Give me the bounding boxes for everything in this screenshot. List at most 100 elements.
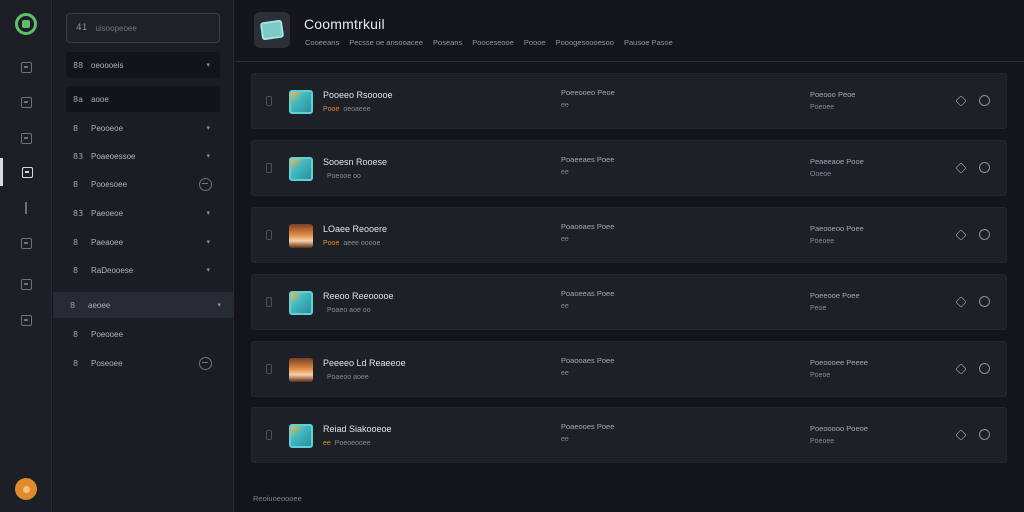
sidebar-item-label: Poeooee — [91, 329, 124, 339]
sidebar-item-4[interactable]: 8 Pooesoee — [66, 171, 220, 197]
search-input[interactable] — [95, 23, 206, 33]
list-item[interactable]: Peeeeo Ld Reaeeoe Poaeoo aoee Poaooaes P… — [251, 341, 1007, 397]
more-icon[interactable] — [979, 363, 990, 374]
sidebar-item-10[interactable]: 8 Poseoee — [66, 350, 220, 376]
search-box[interactable]: 41 — [66, 13, 220, 43]
sidebar-item-icon: 8 — [73, 358, 79, 368]
item-col2-sub: ee — [561, 370, 569, 377]
item-thumbnail — [289, 224, 313, 248]
sidebar-item-label: aooe — [91, 94, 109, 104]
edit-icon[interactable] — [955, 429, 967, 441]
chevron-down-icon: ▾ — [206, 209, 210, 217]
edit-icon[interactable] — [955, 162, 967, 174]
edit-icon[interactable] — [955, 296, 967, 308]
sidebar-item-0[interactable]: 88 oeoooeis ▾ — [66, 52, 220, 78]
list-item[interactable]: Reiad Siakooeoe ee Poeoeooee Poaeooes Poe… — [251, 407, 1007, 463]
user-avatar[interactable] — [15, 478, 37, 500]
sidebar-item-label: Peooeoe — [91, 123, 124, 133]
rail-nav-6[interactable] — [0, 229, 52, 257]
item-col3-title: Peaeeaoe Pooe — [810, 157, 864, 166]
sidebar-item-icon: 8 — [70, 300, 76, 310]
tab-2[interactable]: Poseans — [433, 38, 462, 47]
rail-nav-5[interactable] — [0, 194, 52, 222]
item-col3-sub: Poeoe — [810, 372, 831, 379]
more-icon[interactable] — [979, 229, 990, 240]
chevron-down-icon: ▾ — [206, 238, 210, 246]
item-col2-title: Poaeeaes Poee — [561, 155, 615, 164]
item-col3-title: Poeeooe Poee — [810, 291, 860, 300]
tab-3[interactable]: Pooceseooe — [472, 38, 514, 47]
item-name: Peeeeo Ld Reaeeoe — [323, 358, 406, 368]
rail-nav-4-active[interactable] — [0, 158, 52, 186]
sidebar-item-2[interactable]: 8 Peooeoe ▾ — [66, 115, 220, 141]
sidebar-item-label: Pooesoee — [91, 179, 128, 189]
tab-6[interactable]: Pausoe Pasoe — [624, 38, 673, 47]
item-thumbnail — [289, 157, 313, 181]
drag-handle-icon[interactable] — [266, 96, 272, 106]
drag-handle-icon[interactable] — [266, 364, 272, 374]
tab-4[interactable]: Poooe — [524, 38, 546, 47]
edit-icon[interactable] — [955, 95, 967, 107]
item-meta: Pooe oeoaeee — [323, 106, 371, 113]
page-header: Coommtrkuil Cooeeans Pecsse oe ansooacee… — [235, 0, 1024, 62]
sidebar-item-7[interactable]: 8 RaDeooese ▾ — [66, 257, 220, 283]
item-col2-title: Poaoeeas Poee — [561, 289, 615, 298]
item-name: Pooeeo Rsooooe — [323, 90, 393, 100]
item-col3-sub: Poeoee — [810, 438, 835, 445]
list-item[interactable]: Reeoo Reeooooe Poaeo aoe oo Poaoeeas Poe… — [251, 274, 1007, 330]
tab-5[interactable]: Pooogesoooesoo — [556, 38, 614, 47]
rail-nav-3[interactable] — [0, 124, 52, 152]
edit-icon[interactable] — [955, 363, 967, 375]
item-col3-sub: Poeoee — [810, 104, 835, 111]
sidebar-item-9[interactable]: 8 Poeooee — [66, 321, 220, 347]
list-item[interactable]: Sooesn Rooese Poeooe oo Poaeeaes Poee ee… — [251, 140, 1007, 196]
sidebar-item-label: Poaeoessoe — [91, 151, 136, 161]
item-name: Reiad Siakooeoe — [323, 424, 392, 434]
item-thumbnail — [289, 358, 313, 382]
tab-0[interactable]: Cooeeans — [305, 38, 339, 47]
sidebar: 41 88 oeoooeis ▾ 8a aooe 8 Peooeoe ▾ 83 … — [53, 0, 234, 512]
collapse-toggle-icon[interactable] — [199, 356, 212, 370]
sidebar-item-label: Paeaoee — [91, 237, 124, 247]
more-icon[interactable] — [979, 162, 990, 173]
collapse-toggle-icon[interactable] — [199, 177, 212, 191]
item-col3-sub: Peoe — [810, 305, 827, 312]
list-item[interactable]: Pooeeo Rsooooe Pooe oeoaeee Poeeooeo Peoe… — [251, 73, 1007, 129]
item-col3-sub: Ooeoe — [810, 171, 832, 178]
more-icon[interactable] — [979, 95, 990, 106]
sidebar-item-5[interactable]: 83 Paeoeoe ▾ — [66, 200, 220, 226]
drag-handle-icon[interactable] — [266, 430, 272, 440]
sidebar-item-icon: 88 — [73, 60, 84, 70]
drag-handle-icon[interactable] — [266, 163, 272, 173]
item-col2-title: Poeeooeo Peoe — [561, 88, 615, 97]
app-logo-icon[interactable] — [15, 13, 37, 35]
rail-nav-7[interactable] — [0, 270, 52, 298]
item-col3-title: Poeooo Peoe — [810, 90, 856, 99]
item-col2-title: Poaeooes Poee — [561, 422, 615, 431]
sidebar-item-3[interactable]: 83 Poaeoessoe ▾ — [66, 143, 220, 169]
drag-handle-icon[interactable] — [266, 230, 272, 240]
rail-nav-8[interactable] — [0, 306, 52, 334]
chevron-down-icon: ▾ — [206, 152, 210, 160]
sidebar-item-1[interactable]: 8a aooe — [66, 86, 220, 112]
item-thumbnail — [289, 424, 313, 448]
list-item[interactable]: LOaee Reooere Pooe aeee ooooe Poaooaes Po… — [251, 207, 1007, 263]
item-col2-title: Poaooaes Poee — [561, 356, 615, 365]
sidebar-item-6[interactable]: 8 Paeaoee ▾ — [66, 229, 220, 255]
item-meta: Poaeo aoe oo — [327, 307, 371, 314]
more-icon[interactable] — [979, 429, 990, 440]
item-col3-sub: Poeoee — [810, 238, 835, 245]
item-col2-sub: ee — [561, 102, 569, 109]
rail-nav-1[interactable] — [0, 53, 52, 81]
more-icon[interactable] — [979, 296, 990, 307]
sidebar-item-icon: 8 — [73, 179, 79, 189]
drag-handle-icon[interactable] — [266, 297, 272, 307]
sidebar-item-icon: 83 — [73, 151, 84, 161]
sidebar-item-8-selected[interactable]: 8 aeoee ▾ — [53, 292, 234, 318]
library-icon — [22, 166, 33, 178]
edit-icon[interactable] — [955, 229, 967, 241]
rail-nav-2[interactable] — [0, 88, 52, 116]
item-col2-sub: ee — [561, 236, 569, 243]
tab-1[interactable]: Pecsse oe ansooacee — [349, 38, 423, 47]
search-icon: 41 — [76, 23, 88, 33]
